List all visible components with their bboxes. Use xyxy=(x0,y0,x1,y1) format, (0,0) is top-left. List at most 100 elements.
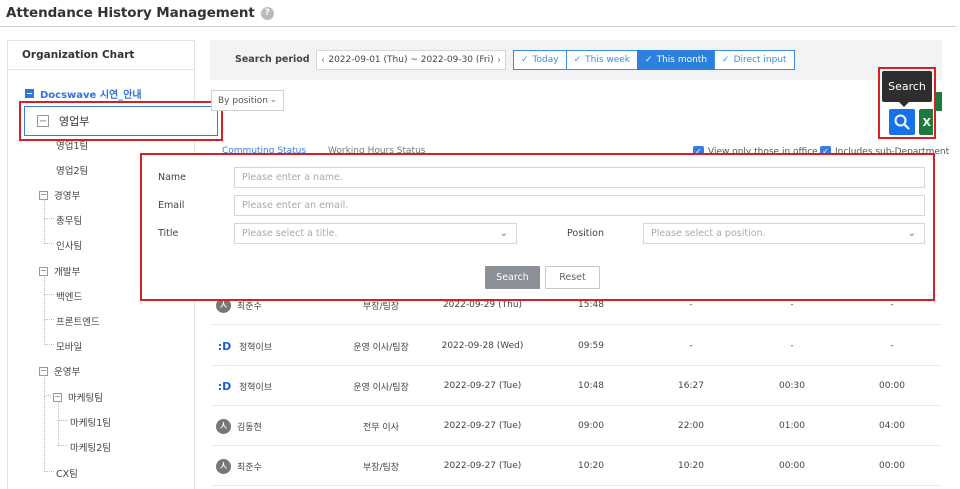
page-header: Attendance History Management ? xyxy=(6,3,274,23)
select-placeholder: Please select a title. xyxy=(242,228,338,239)
today-button[interactable]: ✓ Today xyxy=(513,50,567,70)
position-cell: 부장/팀장 xyxy=(362,462,400,473)
chevron-down-icon: ⌄ xyxy=(499,228,508,239)
excel-icon: X xyxy=(922,115,931,129)
tree-connector xyxy=(44,295,54,320)
tree-node-label: 영업부 xyxy=(59,115,90,128)
position-cell: 운영 이사/팀장 xyxy=(353,342,409,353)
position-select[interactable]: Please select a position. ⌄ xyxy=(643,223,925,244)
chevron-down-icon: ⌄ xyxy=(907,228,916,239)
tree-node-frontend[interactable]: 프론트엔드 xyxy=(56,314,100,328)
page-title: Attendance History Management xyxy=(6,5,255,21)
tree-node-label: CX팀 xyxy=(56,469,78,480)
employee-name: 정혁이브 xyxy=(239,382,273,393)
date-cell: 2022-09-27 (Tue) xyxy=(443,461,522,471)
direct-input-button[interactable]: ✓ Direct input xyxy=(714,50,795,70)
overtime-cell: 00:30 xyxy=(779,381,805,391)
name-cell: :D 정혁이브 xyxy=(216,326,326,366)
date-cell: 2022-09-28 (Wed) xyxy=(441,341,524,351)
tree-node-label: 총무팀 xyxy=(56,216,83,227)
tree-node-selected[interactable]: − 영업부 xyxy=(24,106,218,136)
filter-bar: Search period ‹ 2022-09-01 (Thu) ~ 2022-… xyxy=(210,40,942,80)
extra-time-cell: 00:00 xyxy=(879,461,905,471)
date-range-text: 2022-09-01 (Thu) ~ 2022-09-30 (Fri) xyxy=(328,55,494,65)
tree-node-general[interactable]: 총무팀 xyxy=(56,213,82,227)
tree-node-marketing1[interactable]: 마케팅1팀 xyxy=(70,415,111,429)
tree-node-label: 모바일 xyxy=(56,342,83,353)
tree-node-hr[interactable]: 인사팀 xyxy=(56,238,82,252)
date-cell: 2022-09-27 (Tue) xyxy=(443,421,522,431)
tooltip-arrow xyxy=(899,102,909,107)
range-buttons: ✓ Today ✓ This week ✓ This month ✓ Direct in… xyxy=(513,50,795,70)
tree-connector xyxy=(58,401,68,421)
tree-node-backend[interactable]: 백엔드 xyxy=(56,289,82,303)
chevron-left-icon[interactable]: ‹ xyxy=(321,55,325,66)
search-icon xyxy=(894,114,910,130)
clock-in-cell: 10:20 xyxy=(578,461,604,471)
tree-node-label: Docswave 시연_안내 xyxy=(40,90,142,101)
selected-org-highlight: − 영업부 xyxy=(19,101,223,141)
tree-connector xyxy=(58,421,68,446)
tree-node-label: 백엔드 xyxy=(56,292,83,303)
this-week-button[interactable]: ✓ This week xyxy=(565,50,639,70)
clock-in-cell: 10:48 xyxy=(578,381,604,391)
collapse-icon[interactable]: − xyxy=(25,89,34,98)
check-icon: ✓ xyxy=(722,55,730,65)
collapse-icon[interactable]: − xyxy=(37,115,49,127)
extra-time-cell: - xyxy=(890,341,894,351)
clock-out-cell: 10:20 xyxy=(678,461,704,471)
name-cell: :D 정혁이브 xyxy=(216,366,326,406)
tree-node-marketing2[interactable]: 마케팅2팀 xyxy=(70,440,111,454)
date-range-picker[interactable]: ‹ 2022-09-01 (Thu) ~ 2022-09-30 (Fri) › xyxy=(316,50,506,70)
table-row[interactable]: 人 최준수 부장/팀장 2022-09-27 (Tue) 10:20 10:20 00:00… xyxy=(211,446,942,486)
select-placeholder: Please select a position. xyxy=(651,228,766,239)
button-label: This week xyxy=(585,55,631,65)
search-period-label: Search period xyxy=(235,54,310,65)
excel-download-button[interactable]: X xyxy=(919,109,933,135)
name-input[interactable]: Please enter a name. xyxy=(234,167,925,188)
table-row[interactable]: :D 정혁이브 운영 이사/팀장 2022-09-28 (Wed) 09:59 - - - xyxy=(211,326,942,366)
tree-connector xyxy=(44,219,54,244)
question-circle-icon[interactable]: ? xyxy=(260,6,274,20)
tree-connector xyxy=(44,199,54,219)
clock-in-cell: 09:59 xyxy=(578,341,604,351)
tree-node-cx[interactable]: CX팀 xyxy=(56,466,78,480)
employee-name: 김동현 xyxy=(237,422,262,433)
this-month-button[interactable]: ✓ This month xyxy=(637,50,716,70)
button-label: Today xyxy=(532,55,559,65)
tree-node-root[interactable]: − Docswave 시연_안내 xyxy=(25,86,142,101)
tree-connector xyxy=(44,320,54,345)
position-dropdown[interactable]: By position ⌄ xyxy=(211,90,284,111)
chevron-right-icon[interactable]: › xyxy=(497,55,501,66)
tree-node-sales2[interactable]: 영업2팀 xyxy=(56,163,88,177)
search-panel: Name Please enter a name. Email Please e… xyxy=(140,153,935,301)
table-row[interactable]: :D 정혁이브 운영 이사/팀장 2022-09-27 (Tue) 10:48 16:27… xyxy=(211,366,942,406)
employee-name: 정혁이브 xyxy=(239,342,273,353)
tree-node-label: 마케팅1팀 xyxy=(70,418,112,429)
reset-button[interactable]: Reset xyxy=(545,266,600,289)
search-button[interactable]: Search xyxy=(485,266,540,289)
tree-node-label: 마케팅2팀 xyxy=(70,443,112,454)
clock-out-cell: 16:27 xyxy=(678,381,704,391)
extra-time-cell: 00:00 xyxy=(879,381,905,391)
tree-connector xyxy=(44,275,54,295)
tree-node-label: 개발부 xyxy=(54,267,81,278)
overtime-cell: 00:00 xyxy=(779,461,805,471)
check-icon: ✓ xyxy=(521,55,529,65)
clock-out-cell: 22:00 xyxy=(678,421,704,431)
clock-out-cell: - xyxy=(689,341,693,351)
clock-in-cell: 09:00 xyxy=(578,421,604,431)
search-toggle-button[interactable] xyxy=(889,109,915,135)
avatar: :D xyxy=(217,339,232,353)
extra-time-cell: 04:00 xyxy=(879,421,905,431)
title-select[interactable]: Please select a title. ⌄ xyxy=(234,223,517,244)
tree-node-label: 경영부 xyxy=(54,191,81,202)
table-row[interactable]: 人 김동현 전무 이사 2022-09-27 (Tue) 09:00 22:00 01:00… xyxy=(211,406,942,446)
name-cell: 人 김동현 xyxy=(216,406,326,446)
avatar: 人 xyxy=(216,458,231,474)
header-divider xyxy=(0,26,957,27)
email-input[interactable]: Please enter an email. xyxy=(234,195,925,216)
avatar: 人 xyxy=(216,418,231,434)
check-icon: ✓ xyxy=(573,55,582,65)
tree-node-mobile[interactable]: 모바일 xyxy=(56,339,82,353)
